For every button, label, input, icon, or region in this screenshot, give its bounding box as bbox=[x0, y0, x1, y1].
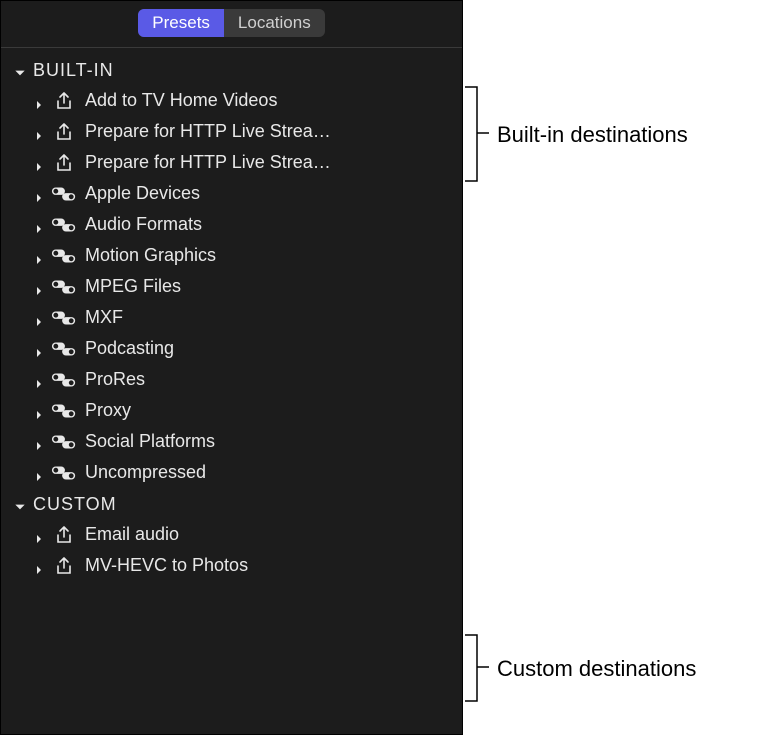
disclosure-down-icon bbox=[13, 64, 27, 78]
tree-item[interactable]: MV-HEVC to Photos bbox=[1, 550, 462, 581]
preset-group-icon bbox=[51, 308, 77, 328]
share-icon bbox=[51, 556, 77, 576]
tree-item[interactable]: Audio Formats bbox=[1, 209, 462, 240]
disclosure-down-icon bbox=[13, 498, 27, 512]
tree-item[interactable]: MPEG Files bbox=[1, 271, 462, 302]
tree-item[interactable]: Add to TV Home Videos bbox=[1, 85, 462, 116]
segmented-control: Presets Locations bbox=[138, 9, 324, 37]
preset-group-icon bbox=[51, 215, 77, 235]
callout-builtin: Built-in destinations bbox=[497, 122, 688, 148]
tab-bar: Presets Locations bbox=[1, 1, 462, 48]
share-icon bbox=[51, 153, 77, 173]
preset-group-icon bbox=[51, 277, 77, 297]
disclosure-right-icon bbox=[33, 529, 45, 541]
tree-item[interactable]: ProRes bbox=[1, 364, 462, 395]
tree-item[interactable]: Social Platforms bbox=[1, 426, 462, 457]
share-icon bbox=[51, 122, 77, 142]
preset-group-icon bbox=[51, 370, 77, 390]
tree-item[interactable]: Podcasting bbox=[1, 333, 462, 364]
presets-panel: Presets Locations BUILT-IN Add to TV Hom… bbox=[0, 0, 463, 735]
disclosure-right-icon bbox=[33, 312, 45, 324]
tree-item[interactable]: Uncompressed bbox=[1, 457, 462, 488]
preset-group-icon bbox=[51, 432, 77, 452]
disclosure-right-icon bbox=[33, 157, 45, 169]
disclosure-right-icon bbox=[33, 250, 45, 262]
callout-custom: Custom destinations bbox=[497, 656, 696, 682]
tree-item-label: MV-HEVC to Photos bbox=[85, 555, 248, 576]
tree-item[interactable]: Apple Devices bbox=[1, 178, 462, 209]
preset-tree: BUILT-IN Add to TV Home Videos Prepare fo… bbox=[1, 48, 462, 734]
section-title: BUILT-IN bbox=[33, 60, 114, 81]
disclosure-right-icon bbox=[33, 95, 45, 107]
preset-group-icon bbox=[51, 401, 77, 421]
tree-item[interactable]: Prepare for HTTP Live Strea… bbox=[1, 147, 462, 178]
disclosure-right-icon bbox=[33, 436, 45, 448]
disclosure-right-icon bbox=[33, 188, 45, 200]
tab-presets[interactable]: Presets bbox=[138, 9, 224, 37]
disclosure-right-icon bbox=[33, 560, 45, 572]
disclosure-right-icon bbox=[33, 126, 45, 138]
tree-item-label: MXF bbox=[85, 307, 123, 328]
tree-item-label: Uncompressed bbox=[85, 462, 206, 483]
disclosure-right-icon bbox=[33, 219, 45, 231]
tree-item-label: Podcasting bbox=[85, 338, 174, 359]
section-title: CUSTOM bbox=[33, 494, 117, 515]
disclosure-right-icon bbox=[33, 467, 45, 479]
tree-item-label: Prepare for HTTP Live Strea… bbox=[85, 152, 331, 173]
preset-group-icon bbox=[51, 463, 77, 483]
annotation-layer: Built-in destinations Custom destination… bbox=[463, 0, 763, 735]
tree-item-label: Apple Devices bbox=[85, 183, 200, 204]
tree-item[interactable]: Proxy bbox=[1, 395, 462, 426]
disclosure-right-icon bbox=[33, 374, 45, 386]
tree-item-label: Motion Graphics bbox=[85, 245, 216, 266]
tree-item-label: Social Platforms bbox=[85, 431, 215, 452]
tree-item-label: Proxy bbox=[85, 400, 131, 421]
tree-item[interactable]: Prepare for HTTP Live Strea… bbox=[1, 116, 462, 147]
preset-group-icon bbox=[51, 339, 77, 359]
share-icon bbox=[51, 91, 77, 111]
disclosure-right-icon bbox=[33, 281, 45, 293]
tree-item-label: Email audio bbox=[85, 524, 179, 545]
tree-item-label: ProRes bbox=[85, 369, 145, 390]
disclosure-right-icon bbox=[33, 343, 45, 355]
preset-group-icon bbox=[51, 184, 77, 204]
tree-item[interactable]: MXF bbox=[1, 302, 462, 333]
disclosure-right-icon bbox=[33, 405, 45, 417]
tree-item-label: Audio Formats bbox=[85, 214, 202, 235]
tree-item[interactable]: Motion Graphics bbox=[1, 240, 462, 271]
tab-locations[interactable]: Locations bbox=[224, 9, 325, 37]
tree-item-label: Prepare for HTTP Live Strea… bbox=[85, 121, 331, 142]
section-header-custom[interactable]: CUSTOM bbox=[1, 488, 462, 519]
share-icon bbox=[51, 525, 77, 545]
tree-item-label: MPEG Files bbox=[85, 276, 181, 297]
tree-item-label: Add to TV Home Videos bbox=[85, 90, 277, 111]
section-header-builtin[interactable]: BUILT-IN bbox=[1, 54, 462, 85]
preset-group-icon bbox=[51, 246, 77, 266]
tree-item[interactable]: Email audio bbox=[1, 519, 462, 550]
